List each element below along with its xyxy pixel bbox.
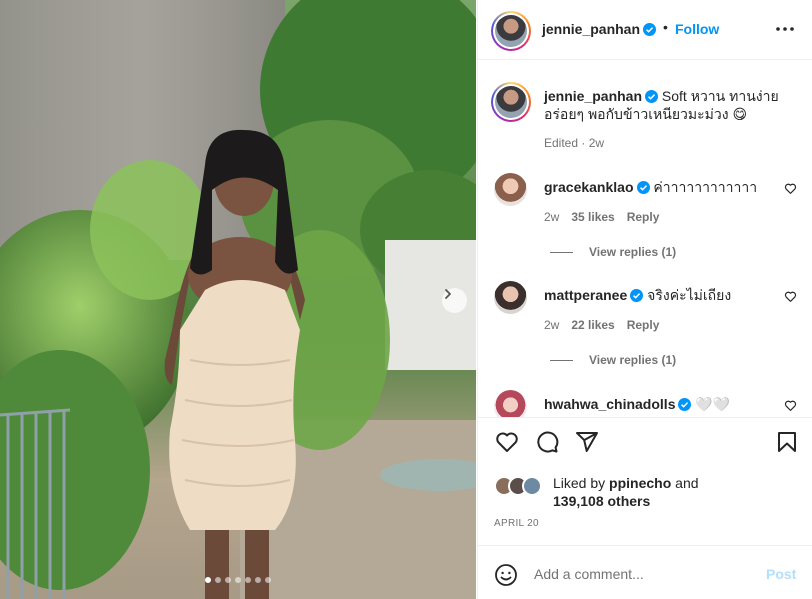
photo-illustration (0, 0, 476, 599)
comment-text: ค่าาาาาาาาาาาา (653, 179, 758, 195)
likes-prefix: Liked by (553, 475, 610, 491)
post-date: APRIL 20 (494, 518, 539, 529)
more-icon[interactable] (774, 18, 796, 40)
carousel-dot (215, 577, 221, 583)
view-replies-button[interactable]: View replies (1) (550, 353, 676, 367)
share-icon[interactable] (575, 430, 599, 454)
divider (550, 251, 573, 253)
reply-button[interactable]: Reply (627, 318, 660, 332)
comment-text-block: gracekanklao ค่าาาาาาาาาาาา (544, 178, 779, 196)
separator-dot: • (663, 19, 668, 35)
carousel-dot (235, 577, 241, 583)
author-username[interactable]: jennie_panhan (542, 21, 657, 37)
avatar[interactable] (494, 173, 527, 206)
comment-username[interactable]: hwahwa_chinadolls (544, 396, 675, 412)
avatar (495, 86, 527, 118)
caption-text-block: jennie_panhan Soft หวาน ทานง่าย อร่อยๆ พ… (544, 87, 794, 123)
emoji-icon[interactable] (494, 563, 518, 587)
comment-likes[interactable]: 22 likes (571, 318, 614, 332)
reply-button[interactable]: Reply (627, 210, 660, 224)
author-avatar-ring[interactable] (491, 11, 531, 51)
heart-icon[interactable] (784, 182, 797, 195)
comments-section[interactable]: jennie_panhan Soft หวาน ทานง่าย อร่อยๆ พ… (478, 60, 812, 418)
liker-username[interactable]: ppinecho (609, 475, 671, 491)
post-sidebar: jennie_panhan • Follow jennie_panhan Sof… (477, 0, 812, 599)
view-replies-button[interactable]: View replies (1) (550, 245, 676, 259)
comment-meta: 2w 35 likes Reply (544, 210, 659, 224)
post-header: jennie_panhan • Follow (478, 0, 812, 60)
likes-summary: Liked by ppinecho and 139,108 others (494, 474, 804, 514)
comment-likes[interactable]: 35 likes (571, 210, 614, 224)
comment-text: 🤍🤍 (695, 396, 731, 412)
post-button[interactable]: Post (766, 566, 796, 582)
likes-and: and (671, 475, 699, 491)
liker-avatars[interactable] (494, 476, 550, 498)
author-username-text: jennie_panhan (542, 21, 641, 37)
caption-meta: Edited · 2w (544, 136, 605, 150)
comment-icon[interactable] (535, 430, 559, 454)
likes-others[interactable]: 139,108 others (553, 493, 650, 509)
divider (550, 359, 573, 361)
comment-text: จริงค่ะไม่เถียง (647, 287, 732, 303)
heart-icon[interactable] (784, 399, 797, 412)
add-comment-bar: Post (478, 545, 812, 599)
view-replies-label: View replies (1) (589, 245, 677, 259)
comment-time: 2w (544, 318, 560, 332)
avatar (495, 15, 527, 47)
carousel-dot (205, 577, 211, 583)
verified-icon (678, 398, 692, 411)
post-photo[interactable] (0, 0, 476, 599)
caption-avatar-ring[interactable] (491, 82, 531, 122)
caption-username[interactable]: jennie_panhan (544, 88, 642, 104)
next-slide-button[interactable] (442, 288, 467, 313)
comment-text-block: hwahwa_chinadolls 🤍🤍 (544, 395, 779, 413)
verified-icon (636, 181, 650, 194)
comment-text-block: mattperanee จริงค่ะไม่เถียง (544, 286, 779, 304)
avatar[interactable] (494, 390, 527, 417)
carousel-dot (245, 577, 251, 583)
comment-meta: 2w 22 likes Reply (544, 318, 659, 332)
heart-icon[interactable] (784, 290, 797, 303)
carousel-dot (265, 577, 271, 583)
comment-username[interactable]: gracekanklao (544, 179, 634, 195)
chevron-right-icon (445, 289, 451, 299)
follow-button[interactable]: Follow (675, 21, 719, 37)
verified-icon (645, 90, 659, 103)
action-bar (478, 430, 812, 464)
comment-username[interactable]: mattperanee (544, 287, 627, 303)
avatar (522, 476, 542, 496)
likes-text: Liked by ppinecho and 139,108 others (553, 474, 699, 510)
verified-icon (630, 289, 644, 302)
bookmark-icon[interactable] (775, 430, 799, 454)
comment-time: 2w (544, 210, 560, 224)
avatar[interactable] (494, 281, 527, 314)
comment-input[interactable] (534, 564, 754, 584)
verified-icon (643, 23, 657, 36)
carousel-dot (255, 577, 261, 583)
view-replies-label: View replies (1) (589, 353, 677, 367)
carousel-dots (205, 577, 271, 583)
heart-icon[interactable] (495, 430, 519, 454)
carousel-dot (225, 577, 231, 583)
